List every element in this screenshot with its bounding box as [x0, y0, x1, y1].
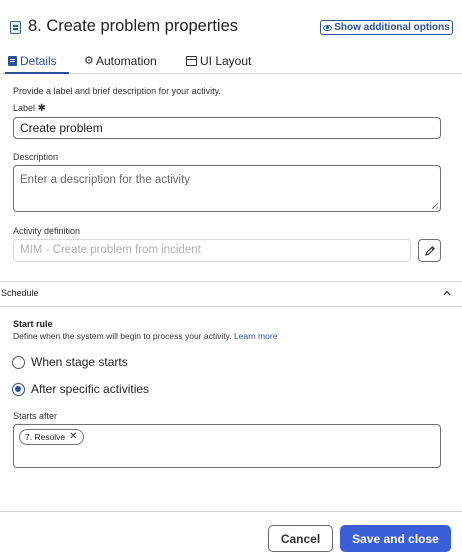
required-indicator: ✱ [37, 103, 46, 114]
footer-divider [0, 511, 462, 512]
layout-icon [186, 56, 197, 66]
radio-after-specific-activities[interactable]: After specific activities [12, 382, 149, 396]
tab-bar: Details ⚙ Automation UI Layout [0, 48, 462, 74]
tab-automation[interactable]: ⚙ Automation [84, 54, 157, 68]
automation-icon: ⚙ [84, 55, 94, 67]
cancel-button[interactable]: Cancel [268, 525, 333, 552]
resize-grip-icon[interactable] [432, 203, 438, 209]
start-rule-description-text: Define when the system will begin to pro… [13, 331, 232, 341]
activity-definition-input: MIM - Create problem from incident [13, 239, 411, 262]
page-title: 8. Create problem properties [28, 17, 239, 35]
chevron-up-icon[interactable] [443, 289, 451, 297]
starts-after-input[interactable]: 7. Resolve ✕ [13, 424, 441, 468]
label-field-label: Label ✱ [13, 103, 46, 114]
section-divider [0, 306, 462, 307]
start-rule-description: Define when the system will begin to pro… [13, 331, 277, 341]
tab-ui-layout-label: UI Layout [200, 54, 252, 68]
edit-activity-definition-button[interactable] [418, 239, 441, 262]
active-tab-indicator [5, 72, 69, 74]
section-divider [0, 281, 462, 282]
details-intro-text: Provide a label and brief description fo… [13, 86, 221, 96]
show-additional-options-button[interactable]: Show additional options [320, 20, 453, 35]
tab-ui-layout[interactable]: UI Layout [186, 54, 251, 68]
description-placeholder: Enter a description for the activity [20, 174, 191, 186]
save-and-close-button[interactable]: Save and close [340, 525, 451, 552]
label-input[interactable]: Create problem [13, 117, 441, 139]
radio-button[interactable] [12, 355, 25, 369]
document-icon [10, 21, 21, 34]
pencil-icon [424, 245, 435, 256]
learn-more-link[interactable]: Learn more [234, 331, 277, 341]
tab-details[interactable]: Details [8, 54, 57, 68]
description-textarea[interactable]: Enter a description for the activity [13, 165, 441, 212]
radio-when-stage-starts[interactable]: When stage starts [12, 355, 128, 369]
label-field-label-text: Label [13, 103, 36, 113]
radio-label: When stage starts [31, 355, 128, 369]
modal-header: 8. Create problem properties Show additi… [10, 14, 456, 40]
document-icon [8, 56, 17, 66]
description-field-label: Description [13, 152, 59, 162]
show-additional-options-label: Show additional options [334, 22, 450, 33]
tab-details-label: Details [20, 54, 57, 68]
activity-chip: 7. Resolve ✕ [19, 429, 84, 445]
tab-automation-label: Automation [96, 54, 157, 68]
radio-button-selected[interactable] [12, 382, 25, 396]
schedule-section-header[interactable]: Schedule [1, 288, 39, 298]
start-rule-title: Start rule [13, 319, 53, 329]
close-icon[interactable]: ✕ [69, 432, 77, 442]
eye-icon [323, 24, 333, 31]
starts-after-label: Starts after [13, 411, 58, 421]
radio-label: After specific activities [31, 382, 150, 396]
activity-definition-label: Activity definition [13, 226, 81, 236]
chip-label: 7. Resolve [25, 432, 66, 442]
